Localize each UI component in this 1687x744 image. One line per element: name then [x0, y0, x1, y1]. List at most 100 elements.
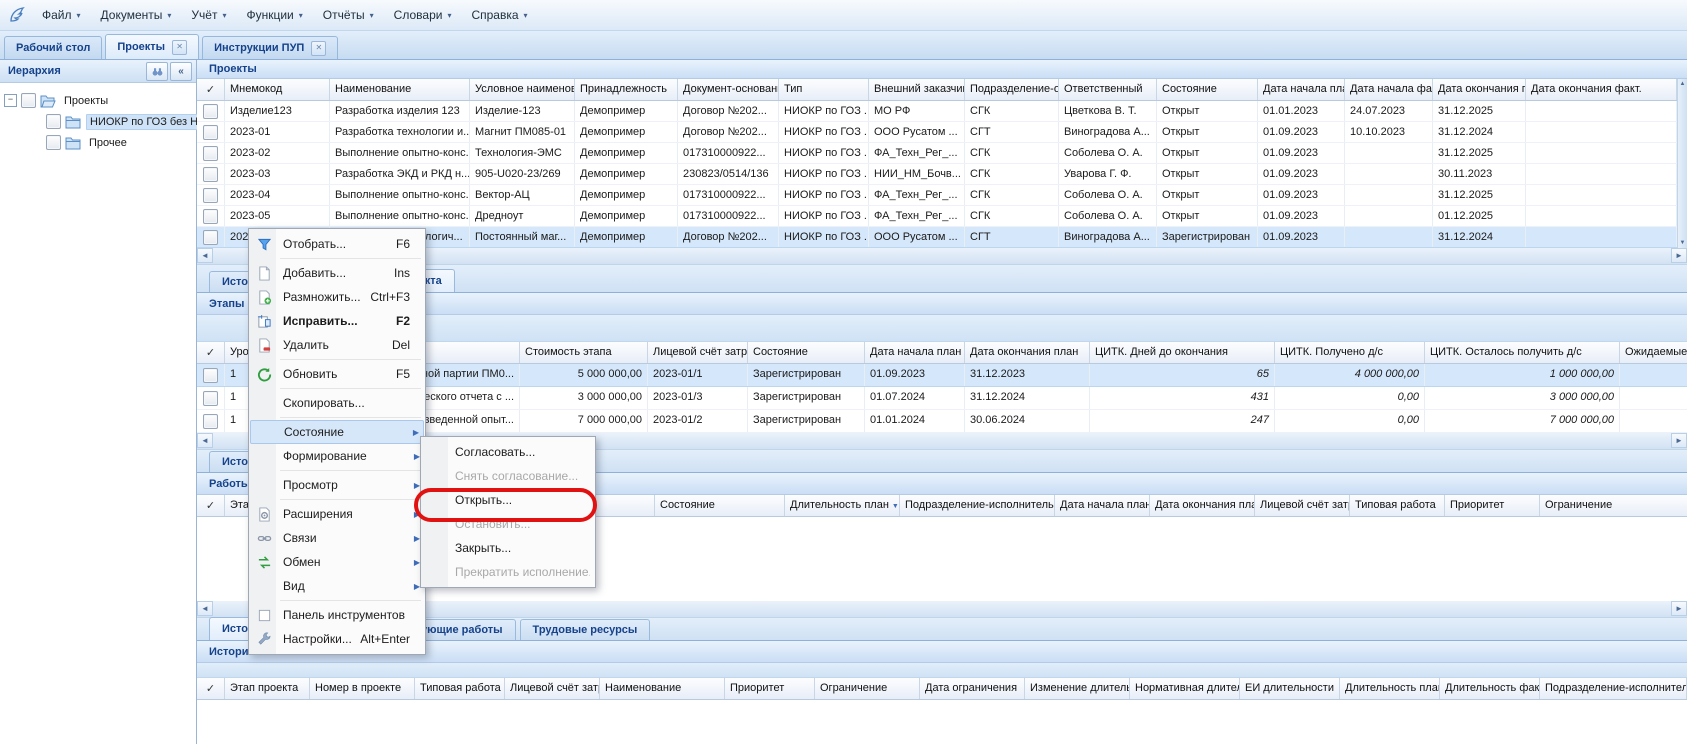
column-header[interactable]: Ограничение: [815, 678, 920, 699]
cell[interactable]: Договор №202...: [678, 227, 779, 247]
row-checkbox-cell[interactable]: [197, 164, 225, 184]
cell[interactable]: СГК: [965, 206, 1059, 226]
cell[interactable]: Изделие-123: [470, 101, 575, 121]
cell[interactable]: 65: [1090, 364, 1275, 386]
column-header[interactable]: Приоритет: [725, 678, 815, 699]
cell[interactable]: СГК: [965, 143, 1059, 163]
column-header[interactable]: Лицевой счёт затрат: [1255, 495, 1350, 516]
select-all-column-header[interactable]: ✓: [197, 342, 225, 363]
row-checkbox-cell[interactable]: [197, 122, 225, 142]
cell[interactable]: [1345, 185, 1433, 205]
cell[interactable]: [1526, 227, 1677, 247]
cell[interactable]: [1345, 143, 1433, 163]
row-checkbox[interactable]: [203, 188, 218, 203]
column-header[interactable]: Наименование: [600, 678, 725, 699]
cell[interactable]: Технология-ЭМС: [470, 143, 575, 163]
cell[interactable]: Выполнение опытно-конс...: [330, 206, 470, 226]
cell[interactable]: 2023-01/3: [648, 387, 748, 409]
column-header[interactable]: Нормативная длительность: [1130, 678, 1240, 699]
cell[interactable]: Постоянный маг...: [470, 227, 575, 247]
column-header[interactable]: Типовая работа: [415, 678, 505, 699]
cell[interactable]: 017310000922...: [678, 206, 779, 226]
cell[interactable]: Разработка изделия 123: [330, 101, 470, 121]
cell[interactable]: Демопример: [575, 185, 678, 205]
cell[interactable]: 431: [1090, 387, 1275, 409]
binoculars-search-icon[interactable]: [146, 62, 168, 81]
cell[interactable]: Выполнение опытно-конс...: [330, 143, 470, 163]
cell[interactable]: НИОКР по ГОЗ ...: [779, 143, 869, 163]
cell[interactable]: 0,00: [1275, 387, 1425, 409]
column-header[interactable]: ЦИТК. Получено д/с: [1275, 342, 1425, 363]
tab[interactable]: Инструкции ПУП✕: [202, 36, 338, 59]
cell[interactable]: 7 000 000,00: [1425, 410, 1620, 432]
cell[interactable]: Магнит ПМ085-01: [470, 122, 575, 142]
cell[interactable]: НИОКР по ГОЗ ...: [779, 227, 869, 247]
cell[interactable]: СГТ: [965, 227, 1059, 247]
cell[interactable]: 01.09.2023: [1258, 185, 1345, 205]
column-header[interactable]: Лицевой счёт затрат.: [648, 342, 748, 363]
menu-item[interactable]: Вид▶: [250, 574, 424, 598]
cell[interactable]: 31.12.2024: [1433, 227, 1526, 247]
tree-item-label[interactable]: Прочее: [86, 136, 130, 150]
scroll-left-icon[interactable]: ◄: [197, 433, 213, 448]
tab[interactable]: Трудовые ресурсы: [520, 619, 651, 640]
cell[interactable]: Соболева О. А.: [1059, 143, 1157, 163]
cell[interactable]: Дредноут: [470, 206, 575, 226]
cell[interactable]: [1526, 101, 1677, 121]
column-header[interactable]: Внешний заказчик: [869, 79, 965, 100]
scrollbar-track[interactable]: [213, 601, 1671, 617]
menu-item[interactable]: Закрыть...: [422, 536, 594, 560]
column-header[interactable]: Наименование: [330, 79, 470, 100]
cell[interactable]: 01.07.2024: [865, 387, 965, 409]
column-header[interactable]: ЕИ длительности: [1240, 678, 1340, 699]
menu-item[interactable]: Добавить...Ins: [250, 261, 424, 285]
cell[interactable]: Открыт: [1157, 101, 1258, 121]
expander-icon[interactable]: −: [4, 94, 17, 107]
row-checkbox[interactable]: [203, 209, 218, 224]
cell[interactable]: НИИ_НМ_Бочв...: [869, 164, 965, 184]
cell[interactable]: [1526, 185, 1677, 205]
cell[interactable]: Соболева О. А.: [1059, 185, 1157, 205]
menu-item[interactable]: Настройки...Alt+Enter: [250, 627, 424, 651]
row-checkbox[interactable]: [203, 391, 218, 406]
cell[interactable]: Зарегистрирован: [748, 364, 865, 386]
cell[interactable]: Договор №202...: [678, 122, 779, 142]
column-header[interactable]: Тип: [779, 79, 869, 100]
cell[interactable]: ФА_Техн_Рег_...: [869, 206, 965, 226]
cell[interactable]: СГК: [965, 101, 1059, 121]
cell[interactable]: 31.12.2025: [1433, 143, 1526, 163]
row-checkbox[interactable]: [203, 125, 218, 140]
column-header[interactable]: Стоимость этапа: [520, 342, 648, 363]
row-checkbox-cell[interactable]: [197, 387, 225, 409]
cell[interactable]: Зарегистрирован: [1157, 227, 1258, 247]
menu-item[interactable]: Панель инструментов: [250, 603, 424, 627]
menu-item[interactable]: Просмотр▶: [250, 473, 424, 497]
column-header[interactable]: Состояние: [748, 342, 865, 363]
tree-item-label[interactable]: Проекты: [61, 94, 111, 108]
column-header[interactable]: Принадлежность: [575, 79, 678, 100]
cell[interactable]: 01.12.2025: [1433, 206, 1526, 226]
column-header[interactable]: ЦИТК. Дней до окончания: [1090, 342, 1275, 363]
cell[interactable]: Открыт: [1157, 185, 1258, 205]
row-checkbox-cell[interactable]: [197, 227, 225, 247]
menu-documents[interactable]: Документы▾: [91, 4, 182, 26]
cell[interactable]: [1345, 227, 1433, 247]
cell[interactable]: [1345, 206, 1433, 226]
menu-item[interactable]: Согласовать...: [422, 440, 594, 464]
cell[interactable]: Уварова Г. Ф.: [1059, 164, 1157, 184]
table-row[interactable]: 2023-04Выполнение опытно-конс...Вектор-А…: [197, 185, 1677, 206]
menu-item[interactable]: Отобрать...F6: [250, 232, 424, 256]
menu-help[interactable]: Справка▾: [461, 4, 537, 26]
cell[interactable]: 0,00: [1275, 410, 1425, 432]
column-header[interactable]: Дата начала план: [865, 342, 965, 363]
table-row[interactable]: 2023-01Разработка технологии и...Магнит …: [197, 122, 1677, 143]
row-checkbox[interactable]: [203, 368, 218, 383]
cell[interactable]: 01.01.2023: [1258, 101, 1345, 121]
cell[interactable]: Демопример: [575, 143, 678, 163]
column-header[interactable]: Ожидаемые в: [1620, 342, 1687, 363]
cell[interactable]: 01.09.2023: [1258, 143, 1345, 163]
cell[interactable]: 2023-05: [225, 206, 330, 226]
column-header[interactable]: Типовая работа: [1350, 495, 1445, 516]
cell[interactable]: [1526, 143, 1677, 163]
column-header[interactable]: ЦИТК. Осталось получить д/с: [1425, 342, 1620, 363]
